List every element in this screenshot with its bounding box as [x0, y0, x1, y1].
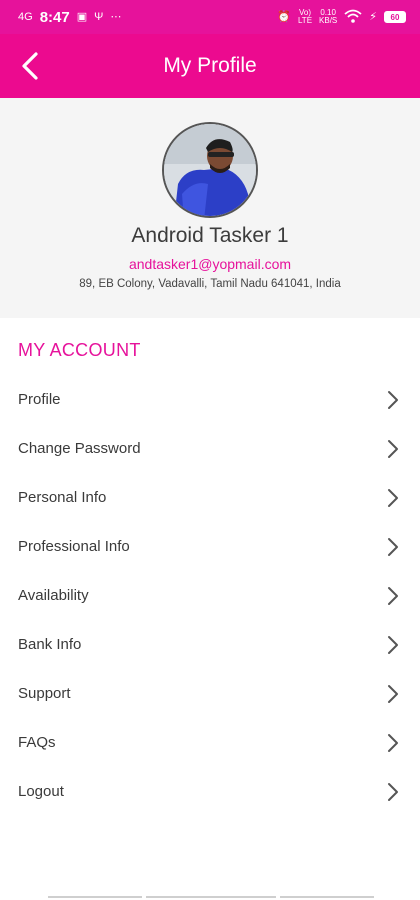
- network-speed: 0.10 KB/S: [319, 9, 337, 25]
- avatar[interactable]: [162, 122, 258, 218]
- menu-item-professional-info[interactable]: Professional Info: [0, 522, 420, 571]
- menu-item-support[interactable]: Support: [0, 669, 420, 718]
- menu-item-personal-info[interactable]: Personal Info: [0, 473, 420, 522]
- chevron-right-icon: [388, 684, 398, 703]
- battery-icon: 60: [384, 11, 406, 23]
- bottom-divider: [48, 896, 142, 898]
- bottom-divider: [280, 896, 374, 898]
- menu-item-availability[interactable]: Availability: [0, 571, 420, 620]
- chevron-left-icon: [22, 52, 38, 80]
- menu-item-profile[interactable]: Profile: [0, 375, 420, 424]
- charging-icon: ⚡: [369, 10, 377, 23]
- signal-4g-icon: 4G: [18, 10, 33, 23]
- menu-item-label: FAQs: [18, 734, 56, 751]
- status-time: 8:47: [39, 8, 70, 26]
- chevron-right-icon: [388, 635, 398, 654]
- chevron-right-icon: [388, 488, 398, 507]
- wifi-icon: [344, 9, 362, 26]
- menu-item-label: Support: [18, 685, 71, 702]
- menu-item-label: Professional Info: [18, 538, 130, 555]
- back-button[interactable]: [12, 48, 48, 84]
- menu-item-change-password[interactable]: Change Password: [0, 424, 420, 473]
- menu-item-label: Logout: [18, 783, 64, 800]
- menu-item-label: Personal Info: [18, 489, 107, 506]
- volte-bottom: LTE: [297, 16, 313, 25]
- network-speed-unit: KB/S: [319, 16, 338, 25]
- bottom-nav-edge: [0, 896, 420, 900]
- status-bar: 4G 8:47 ▣ Ψ ⋯ ⏰ Vo) LTE 0.10 KB/S ⚡ 60: [0, 0, 420, 34]
- section-title-my-account: MY ACCOUNT: [18, 340, 141, 360]
- chevron-right-icon: [388, 733, 398, 752]
- more-icon: ⋯: [110, 10, 122, 23]
- menu-item-label: Bank Info: [18, 636, 82, 653]
- chevron-right-icon: [388, 439, 398, 458]
- chevron-right-icon: [388, 390, 398, 409]
- profile-header: Android Tasker 1 andtasker1@yopmail.com …: [0, 98, 420, 318]
- menu-item-label: Profile: [18, 391, 61, 408]
- volte-indicator: Vo) LTE: [298, 9, 312, 25]
- notification-app-icon: ▣: [76, 10, 88, 23]
- bottom-divider: [146, 896, 276, 898]
- account-menu-list: Profile Change Password Personal Info Pr…: [0, 375, 420, 816]
- menu-item-faqs[interactable]: FAQs: [0, 718, 420, 767]
- menu-item-label: Availability: [18, 587, 89, 604]
- menu-item-label: Change Password: [18, 440, 141, 457]
- profile-address: 89, EB Colony, Vadavalli, Tamil Nadu 641…: [79, 278, 341, 290]
- chevron-right-icon: [388, 537, 398, 556]
- page-title: My Profile: [163, 54, 257, 77]
- profile-email: andtasker1@yopmail.com: [128, 256, 292, 272]
- status-bar-left: 4G 8:47 ▣ Ψ ⋯: [18, 9, 121, 26]
- chevron-right-icon: [388, 782, 398, 801]
- avatar-photo: [164, 124, 256, 216]
- app-bar: My Profile: [0, 34, 420, 98]
- status-bar-right: ⏰ Vo) LTE 0.10 KB/S ⚡ 60: [277, 9, 406, 26]
- menu-item-logout[interactable]: Logout: [0, 767, 420, 816]
- profile-name: Android Tasker 1: [131, 224, 289, 247]
- alarm-icon: ⏰: [277, 10, 291, 23]
- chevron-right-icon: [388, 586, 398, 605]
- usb-icon: Ψ: [94, 10, 104, 23]
- menu-item-bank-info[interactable]: Bank Info: [0, 620, 420, 669]
